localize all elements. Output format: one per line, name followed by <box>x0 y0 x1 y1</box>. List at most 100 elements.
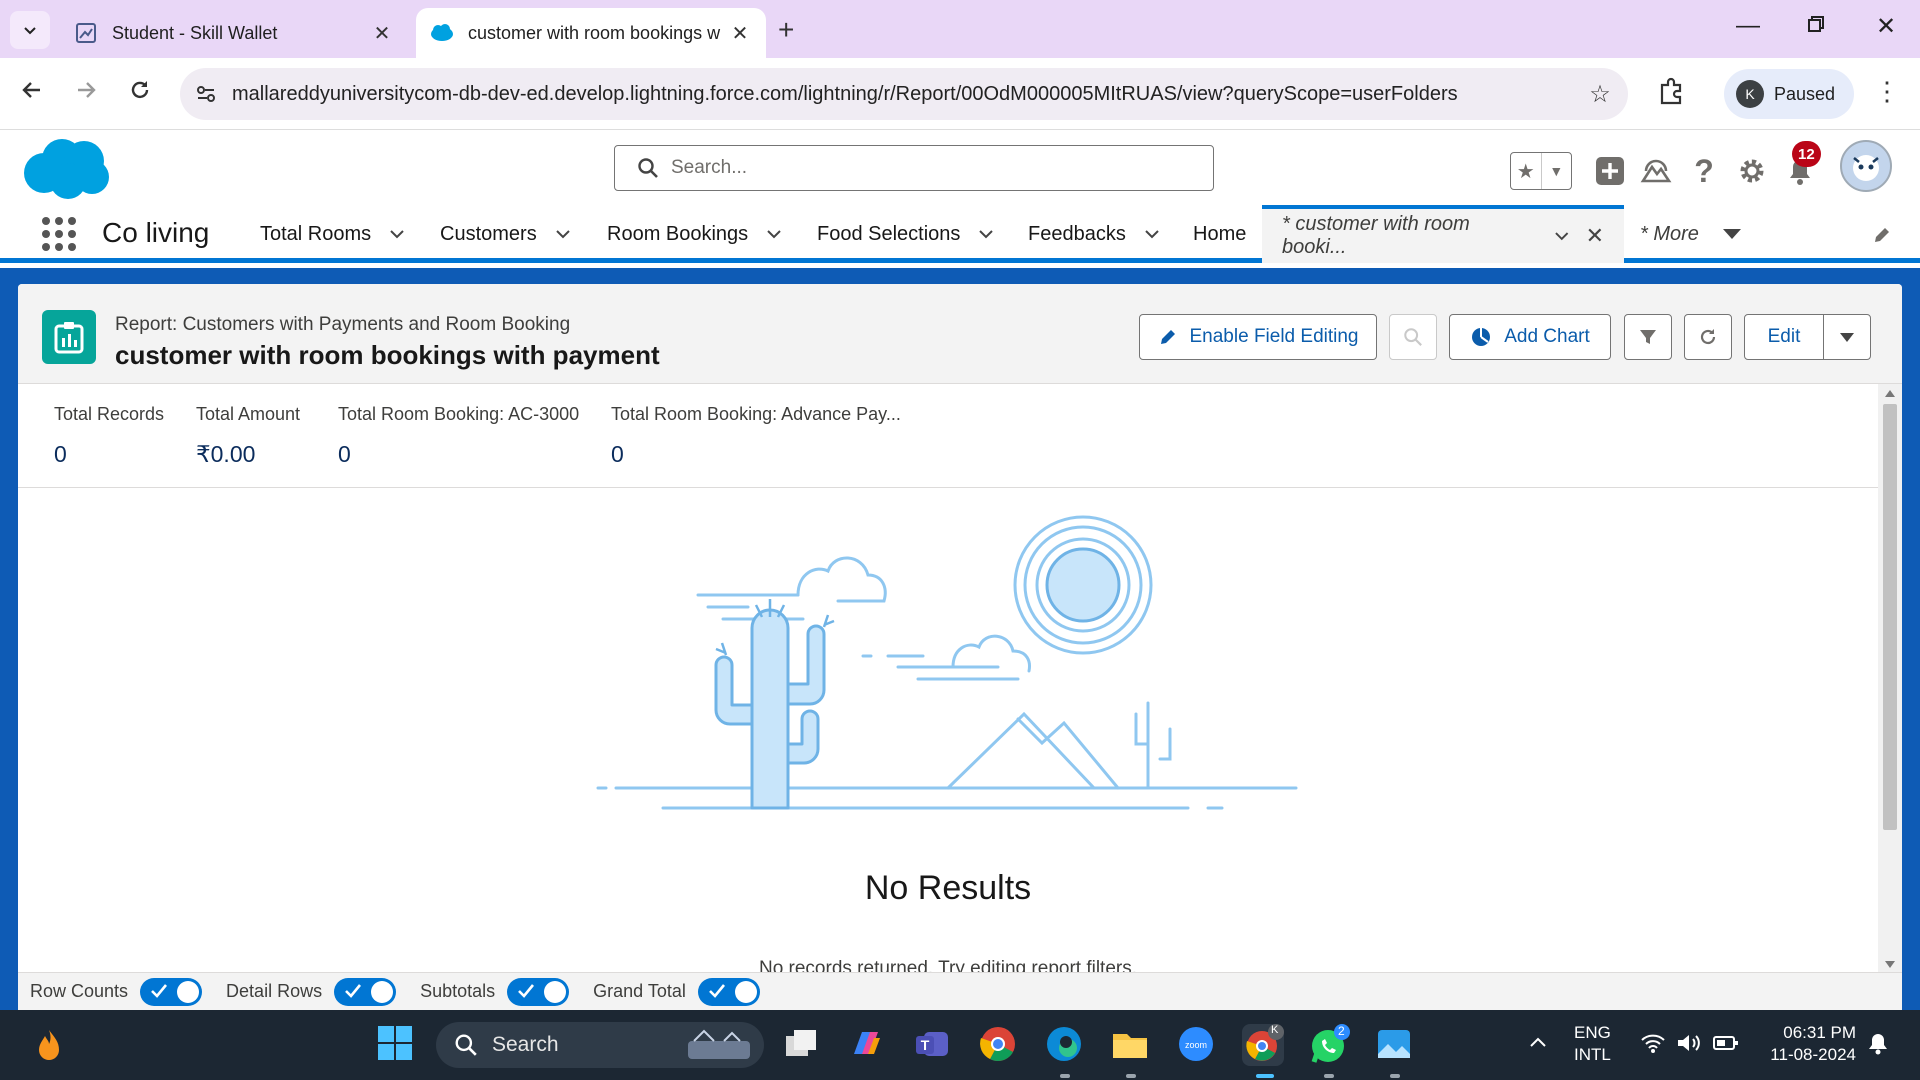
clock[interactable]: 06:31 PM 11-08-2024 <box>1760 1022 1856 1066</box>
search-report-button[interactable] <box>1389 314 1437 360</box>
edit-nav-pencil-icon[interactable] <box>1872 225 1892 250</box>
trailhead-icon[interactable] <box>1636 151 1676 191</box>
close-tab-icon[interactable]: ✕ <box>370 21 394 46</box>
copilot-icon[interactable] <box>846 1024 888 1066</box>
close-tab-icon[interactable]: ✕ <box>1586 223 1604 249</box>
browser-menu-icon[interactable]: ⋮ <box>1874 76 1900 107</box>
toggle-switch[interactable] <box>507 977 570 1006</box>
more-label[interactable]: * More <box>1640 223 1699 246</box>
restore-icon[interactable] <box>1796 12 1836 40</box>
favorites-button-group[interactable]: ★ ▼ <box>1510 152 1572 190</box>
tab-title: customer with room bookings w <box>468 22 721 43</box>
nav-item-total-rooms[interactable]: Total Rooms <box>260 205 405 263</box>
toggle-switch[interactable] <box>697 977 760 1006</box>
scrollbar-thumb[interactable] <box>1883 404 1897 830</box>
profile-button[interactable]: K Paused <box>1724 69 1854 119</box>
toggle-detail-rows[interactable]: Detail Rows <box>226 977 397 1006</box>
show-hidden-icons-chevron-icon[interactable] <box>1528 1032 1548 1054</box>
metric-value: 0 <box>54 441 67 467</box>
teams-icon[interactable]: T <box>912 1024 954 1066</box>
favorites-list-dropdown-icon[interactable]: ▼ <box>1540 153 1572 189</box>
minimize-icon[interactable]: — <box>1728 12 1768 40</box>
site-info-icon[interactable] <box>180 83 232 105</box>
chrome-icon[interactable] <box>978 1024 1020 1066</box>
edit-button[interactable]: Edit <box>1744 314 1824 360</box>
bookmark-star-icon[interactable]: ☆ <box>1572 80 1628 109</box>
report-scrollbar[interactable] <box>1878 384 1902 974</box>
nav-item-room-bookings[interactable]: Room Bookings <box>607 205 782 263</box>
chevron-down-icon[interactable] <box>389 226 405 242</box>
filter-button[interactable] <box>1624 314 1672 360</box>
toggle-switch[interactable] <box>140 977 203 1006</box>
search-highlight-image-icon <box>688 1029 750 1059</box>
nav-item-label[interactable]: Total Rooms <box>260 223 371 246</box>
global-search-input[interactable]: Search... <box>614 145 1214 191</box>
nav-item-label[interactable]: Feedbacks <box>1028 223 1126 246</box>
nav-item-label[interactable]: Customers <box>440 223 537 246</box>
back-arrow-icon[interactable] <box>14 78 50 109</box>
nav-item-label[interactable]: Room Bookings <box>607 223 748 246</box>
battery-icon[interactable] <box>1712 1032 1740 1060</box>
url-text[interactable]: mallareddyuniversitycom-db-dev-ed.develo… <box>232 83 1572 106</box>
metric-value: 0 <box>338 441 351 467</box>
nav-item-home[interactable]: Home <box>1193 205 1246 263</box>
chevron-down-icon[interactable] <box>978 226 994 242</box>
windows-start-icon[interactable] <box>376 1024 418 1066</box>
add-chart-button[interactable]: Add Chart <box>1449 314 1611 360</box>
chrome-profile-icon[interactable]: K <box>1242 1024 1284 1066</box>
scroll-down-arrow-icon[interactable] <box>1885 961 1895 968</box>
enable-field-editing-button[interactable]: Enable Field Editing <box>1139 314 1377 360</box>
new-tab-plus-icon[interactable]: + <box>778 14 794 46</box>
close-tab-icon[interactable]: ✕ <box>728 21 752 46</box>
language-indicator[interactable]: ENG INTL <box>1574 1022 1611 1066</box>
chevron-down-icon[interactable] <box>1144 226 1160 242</box>
toggle-grand-total[interactable]: Grand Total <box>593 977 760 1006</box>
edge-icon[interactable] <box>1044 1024 1086 1066</box>
extensions-puzzle-icon[interactable] <box>1656 76 1686 111</box>
whatsapp-icon[interactable]: 2 <box>1308 1024 1350 1066</box>
reload-icon[interactable] <box>122 78 158 109</box>
browser-tab-skill-wallet[interactable]: Student - Skill Wallet ✕ <box>60 8 408 58</box>
salesforce-logo[interactable] <box>22 137 112 206</box>
nav-tab-active-report[interactable]: * customer with room booki... ✕ <box>1262 205 1624 263</box>
nav-more-menu[interactable]: * More <box>1640 205 1741 263</box>
more-actions-dropdown-button[interactable] <box>1823 314 1871 360</box>
dropdown-triangle-icon[interactable] <box>1722 229 1741 239</box>
taskbar-search-box[interactable]: Search <box>436 1022 764 1068</box>
nav-item-feedbacks[interactable]: Feedbacks <box>1028 205 1160 263</box>
global-actions-plus-icon[interactable] <box>1590 151 1630 191</box>
task-view-icon[interactable] <box>782 1024 824 1066</box>
language-line1: ENG <box>1574 1023 1611 1042</box>
user-avatar[interactable] <box>1840 140 1892 192</box>
volume-icon[interactable] <box>1676 1032 1702 1060</box>
close-window-icon[interactable]: ✕ <box>1866 12 1906 41</box>
browser-tab-report[interactable]: customer with room bookings w ✕ <box>416 8 766 58</box>
app-launcher-waffle-icon[interactable] <box>42 217 76 251</box>
chevron-down-icon[interactable] <box>766 226 782 242</box>
refresh-button[interactable] <box>1684 314 1732 360</box>
toggle-switch[interactable] <box>334 977 397 1006</box>
toggle-row-counts[interactable]: Row Counts <box>30 977 203 1006</box>
active-tab-label[interactable]: * customer with room booki... <box>1282 213 1532 259</box>
chevron-down-icon[interactable] <box>1554 228 1570 244</box>
nav-item-label[interactable]: Home <box>1193 223 1246 246</box>
nav-item-label[interactable]: Food Selections <box>817 223 960 246</box>
tab-search-button[interactable] <box>10 11 50 49</box>
chevron-down-icon[interactable] <box>555 226 571 242</box>
toggle-subtotals[interactable]: Subtotals <box>420 977 570 1006</box>
zoom-icon[interactable]: zoom <box>1176 1024 1218 1066</box>
notification-center-bell-icon[interactable] <box>1866 1030 1890 1062</box>
file-explorer-icon[interactable] <box>1110 1024 1152 1066</box>
weather-widget-icon[interactable] <box>28 1024 70 1066</box>
wifi-icon[interactable] <box>1640 1032 1666 1060</box>
setup-gear-icon[interactable] <box>1732 151 1772 191</box>
nav-item-food-selections[interactable]: Food Selections <box>817 205 994 263</box>
favorites-star-icon[interactable]: ★ <box>1511 153 1541 189</box>
photos-icon[interactable] <box>1374 1024 1416 1066</box>
nav-item-customers[interactable]: Customers <box>440 205 571 263</box>
help-question-icon[interactable]: ? <box>1684 151 1724 191</box>
scroll-up-arrow-icon[interactable] <box>1885 390 1895 397</box>
address-bar[interactable]: mallareddyuniversitycom-db-dev-ed.develo… <box>180 68 1628 120</box>
forward-arrow-icon[interactable] <box>68 78 104 109</box>
metric-label: Total Records <box>54 404 165 424</box>
